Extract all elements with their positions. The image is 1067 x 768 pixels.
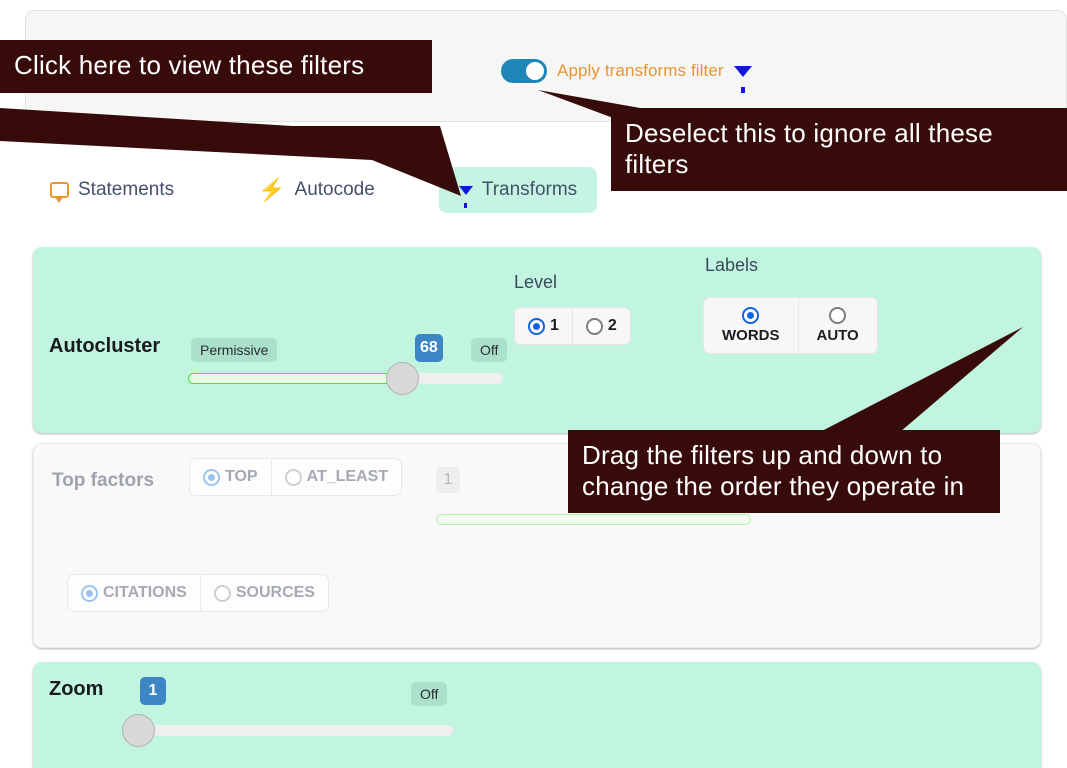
level-group-title: Level <box>514 272 558 292</box>
radio-selected-icon <box>203 468 220 486</box>
autocluster-filter-panel[interactable]: Autocluster Permissive 68 Off Level 1 2 … <box>33 247 1041 433</box>
funnel-filter-icon <box>733 65 752 93</box>
radio-selected-icon <box>528 317 545 335</box>
zoom-label: Zoom <box>49 678 104 700</box>
radio-unselected-icon <box>284 468 302 486</box>
top-factors-option-sources[interactable]: SOURCES <box>201 575 328 611</box>
tab-transforms[interactable]: Transforms <box>438 167 598 213</box>
slider-track[interactable] <box>138 725 453 736</box>
apply-transforms-filter-toggle[interactable] <box>501 59 547 83</box>
top-factors-option-at-least[interactable]: AT_LEAST <box>272 459 401 495</box>
apply-transforms-filter-row[interactable]: Apply transforms filter <box>501 59 752 93</box>
autocluster-slider-value: 68 <box>415 334 443 362</box>
top-factors-option-top-label: TOP <box>225 468 258 485</box>
radio-unselected-icon <box>585 317 603 335</box>
slider-fill <box>436 514 751 525</box>
toggle-knob <box>526 62 544 80</box>
top-factors-option-citations-label: CITATIONS <box>103 584 187 601</box>
slider-handle[interactable] <box>122 714 155 747</box>
labels-radio-group[interactable]: WORDS AUTO <box>703 297 878 354</box>
tab-autocode[interactable]: ⚡ Autocode <box>238 167 395 213</box>
speech-bubble-icon <box>50 182 69 203</box>
top-factors-option-top[interactable]: TOP <box>190 459 272 495</box>
callout-drag-filters: Drag the filters up and down to change t… <box>568 430 1000 514</box>
lightning-bolt-icon: ⚡ <box>258 177 286 202</box>
top-factors-option-at-least-label: AT_LEAST <box>306 468 389 485</box>
slider-handle[interactable] <box>386 362 420 395</box>
zoom-off-tag[interactable]: Off <box>411 682 448 706</box>
level-option-1[interactable]: 1 <box>515 308 573 344</box>
apply-transforms-filter-label: Apply transforms filter <box>557 61 724 80</box>
labels-option-auto[interactable]: AUTO <box>799 298 877 353</box>
level-radio-group[interactable]: 1 2 <box>514 307 631 345</box>
autocluster-label: Autocluster <box>49 335 161 357</box>
tab-statements[interactable]: Statements <box>30 167 194 213</box>
level-option-1-label: 1 <box>550 317 559 334</box>
level-option-2-label: 2 <box>607 317 617 334</box>
zoom-slider-value: 1 <box>140 677 166 705</box>
top-factors-mode-group[interactable]: TOP AT_LEAST <box>189 458 403 496</box>
radio-selected-icon <box>81 584 98 602</box>
labels-option-words[interactable]: WORDS <box>704 298 799 353</box>
autocluster-off-tag[interactable]: Off <box>471 338 508 362</box>
radio-unselected-icon <box>213 584 231 602</box>
autocluster-slider[interactable] <box>188 362 503 395</box>
callout-deselect-this: Deselect this to ignore all these filter… <box>611 108 1067 192</box>
tab-transforms-label: Transforms <box>481 179 578 200</box>
top-factors-source-group[interactable]: CITATIONS SOURCES <box>67 574 329 612</box>
tab-autocode-label: Autocode <box>294 179 375 200</box>
level-option-2[interactable]: 2 <box>573 308 630 344</box>
filter-tabs[interactable]: Statements ⚡ Autocode Transforms <box>30 167 598 213</box>
funnel-filter-icon <box>458 185 473 208</box>
top-factors-slider-value: 1 <box>436 467 460 493</box>
labels-option-words-label: WORDS <box>722 327 780 344</box>
callout-click-here: Click here to view these filters <box>0 40 432 93</box>
tab-statements-label: Statements <box>78 179 175 200</box>
zoom-slider[interactable] <box>122 714 453 747</box>
top-factors-option-sources-label: SOURCES <box>235 584 315 601</box>
radio-selected-icon <box>742 307 760 324</box>
top-factors-option-citations[interactable]: CITATIONS <box>68 575 201 611</box>
radio-unselected-icon <box>829 307 847 324</box>
slider-fill <box>188 373 403 384</box>
autocluster-mode-tag[interactable]: Permissive <box>191 338 278 362</box>
labels-option-auto-label: AUTO <box>816 327 859 344</box>
zoom-filter-panel[interactable]: Zoom 1 Off <box>33 662 1041 768</box>
top-factors-label: Top factors <box>52 470 155 491</box>
labels-group-title: Labels <box>705 255 759 275</box>
